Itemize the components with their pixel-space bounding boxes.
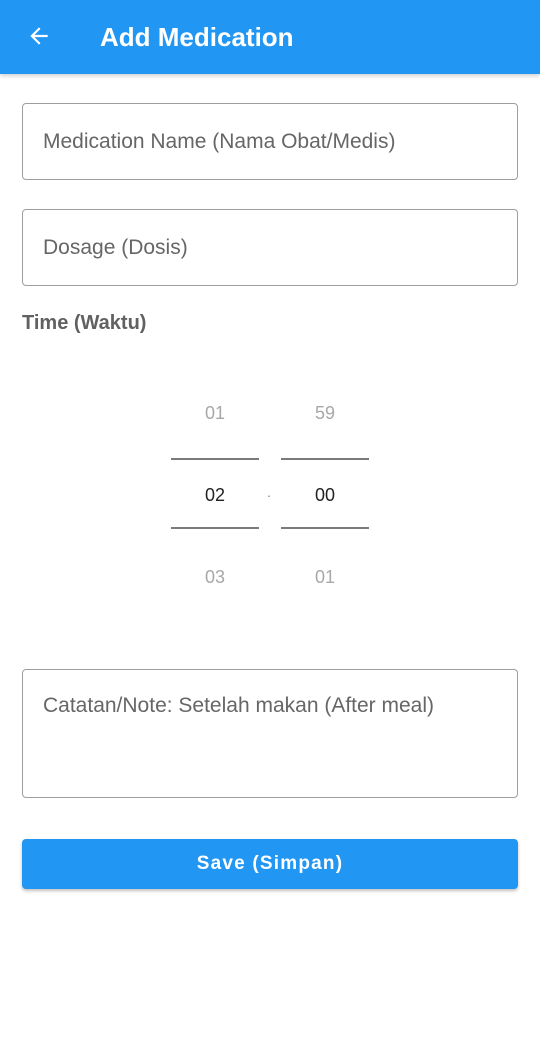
hour-divider-bottom — [171, 527, 259, 529]
dosage-field — [22, 209, 518, 286]
hour-next[interactable]: 03 — [171, 567, 259, 588]
minute-selected[interactable]: 00 — [281, 485, 369, 506]
minute-divider-bottom — [281, 527, 369, 529]
page-title: Add Medication — [100, 22, 294, 52]
medication-name-input[interactable] — [23, 104, 517, 179]
time-label: Time (Waktu) — [22, 312, 147, 334]
minute-divider-top — [281, 458, 369, 460]
dosage-input[interactable] — [23, 210, 517, 285]
note-field — [22, 669, 518, 798]
hour-divider-top — [171, 458, 259, 460]
minute-prev[interactable]: 59 — [281, 403, 369, 424]
hour-selected[interactable]: 02 — [171, 485, 259, 506]
time-separator: . — [267, 484, 271, 500]
app-bar: Add Medication — [0, 0, 540, 74]
medication-name-field — [22, 103, 518, 180]
hour-prev[interactable]: 01 — [171, 403, 259, 424]
back-button[interactable] — [20, 17, 58, 55]
minute-next[interactable]: 01 — [281, 567, 369, 588]
save-button[interactable]: Save (Simpan) — [22, 839, 518, 889]
note-input[interactable] — [23, 670, 517, 797]
arrow-left-icon — [30, 27, 48, 45]
